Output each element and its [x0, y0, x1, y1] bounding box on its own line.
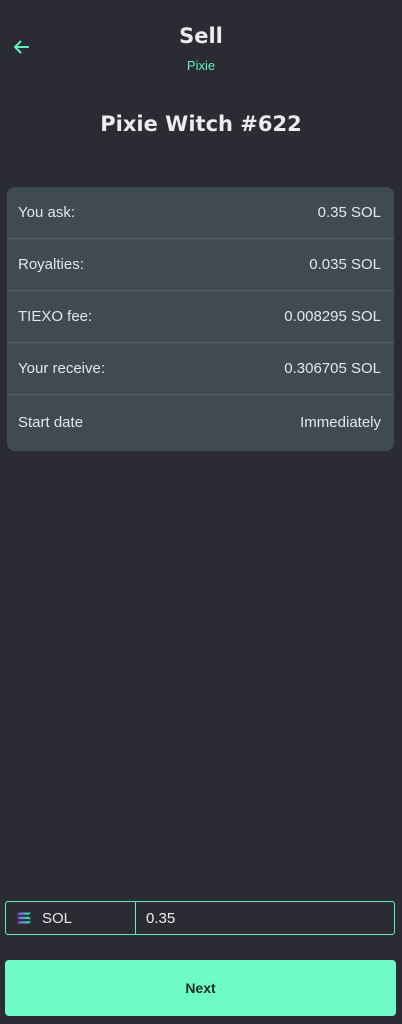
summary-value: 0.306705 SOL	[284, 360, 381, 377]
solana-icon	[17, 912, 31, 924]
summary-value: 0.35 SOL	[317, 204, 381, 221]
summary-label: Royalties:	[18, 256, 84, 273]
summary-value: Immediately	[300, 413, 381, 431]
next-button[interactable]: Next	[5, 960, 396, 1016]
summary-label: Your receive:	[18, 360, 105, 377]
currency-label: SOL	[42, 909, 73, 927]
summary-row-start-date: Start date Immediately	[7, 395, 394, 449]
summary-label: TIEXO fee:	[18, 308, 93, 325]
sale-summary-card: You ask: 0.35 SOL Royalties: 0.035 SOL T…	[7, 187, 394, 451]
collection-subtitle[interactable]: Pixie	[0, 58, 402, 73]
summary-row-royalties: Royalties: 0.035 SOL	[7, 239, 394, 291]
summary-value: 0.035 SOL	[309, 256, 381, 273]
page-title: Sell	[179, 24, 223, 48]
price-input-group: SOL	[5, 901, 395, 935]
summary-row-ask: You ask: 0.35 SOL	[7, 187, 394, 239]
summary-label: You ask:	[18, 204, 75, 221]
summary-label: Start date	[18, 413, 84, 431]
summary-row-fee: TIEXO fee: 0.008295 SOL	[7, 291, 394, 343]
summary-value: 0.008295 SOL	[284, 308, 381, 325]
summary-row-receive: Your receive: 0.306705 SOL	[7, 343, 394, 395]
currency-selector[interactable]: SOL	[6, 902, 136, 934]
header: Sell Pixie	[0, 0, 402, 90]
nft-name: Pixie Witch #622	[100, 112, 302, 136]
price-amount-input[interactable]	[136, 902, 394, 934]
